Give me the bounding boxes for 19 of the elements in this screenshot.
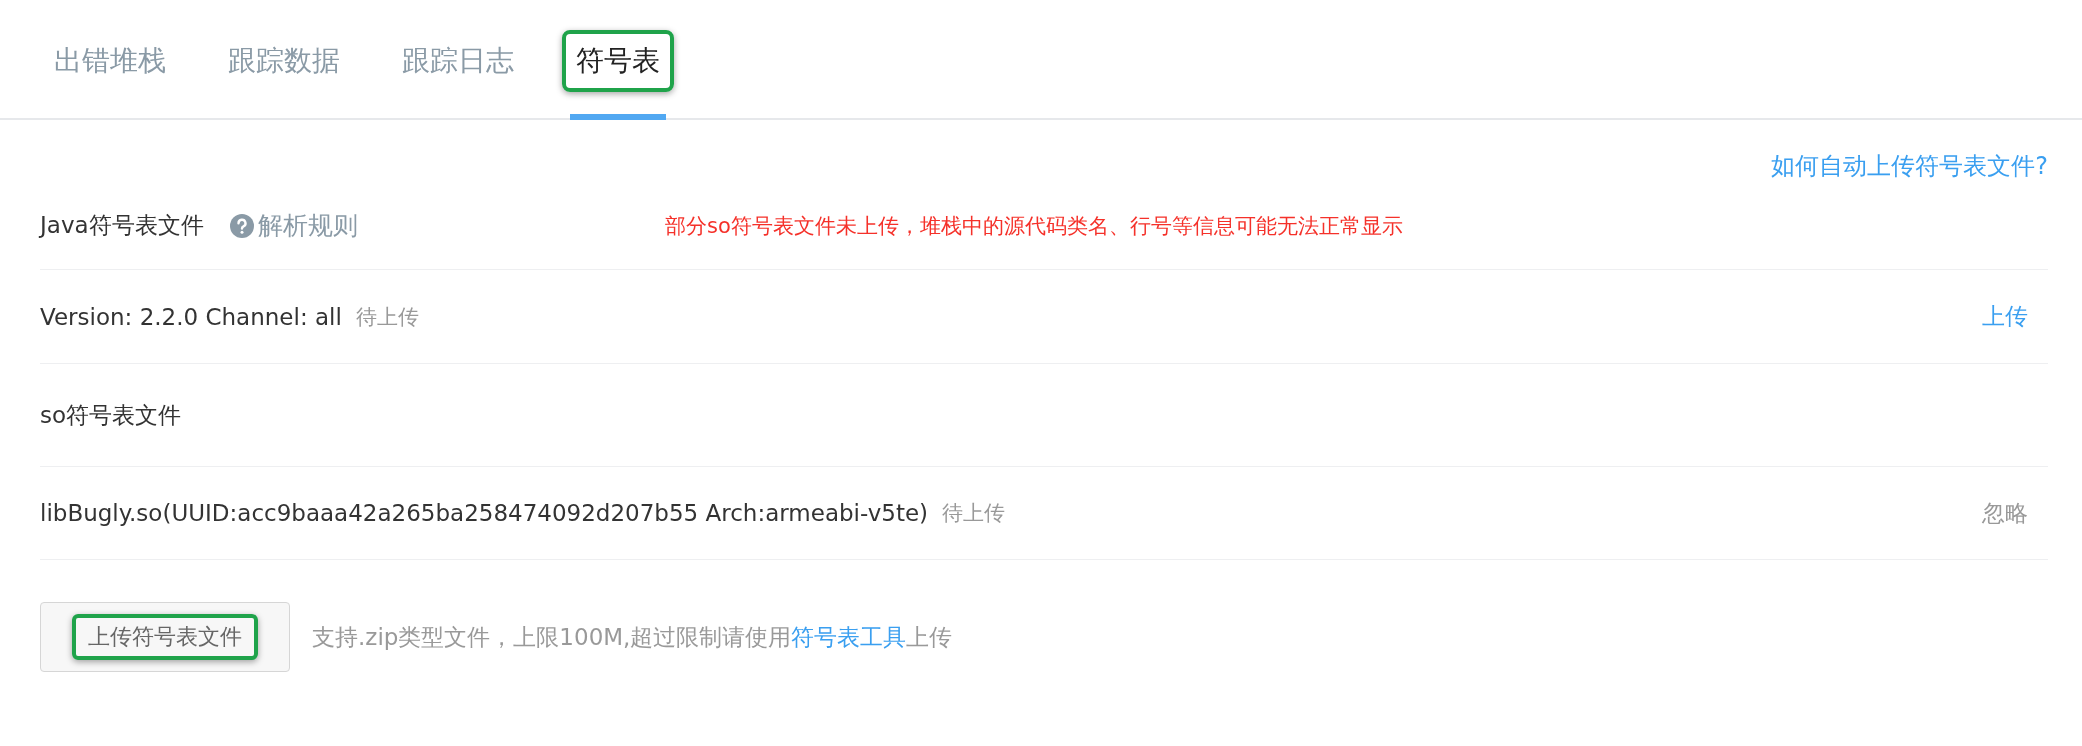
file-name: libBugly.so(UUID:acc9baaa42a265ba258474092d207b55 Arch:armeabi-v5te) [40,500,929,526]
rules-link[interactable]: 解析规则 [229,209,358,242]
warning-text: 部分so符号表文件未上传，堆栈中的源代码类名、行号等信息可能无法正常显示 [665,212,1403,240]
tab[interactable]: 符号表 [562,30,674,92]
ignore-link[interactable]: 忽略 [1982,497,2028,529]
upload-button[interactable]: 上传符号表文件 [40,602,290,672]
upload-hint: 支持.zip类型文件，上限100M,超过限制请使用符号表工具上传 [312,622,953,652]
file-name: Version: 2.2.0 Channel: all [40,303,342,330]
file-status: 待上传 [942,500,1006,527]
help-link[interactable]: 如何自动上传符号表文件? [1771,150,2048,182]
tab[interactable]: 跟踪数据 [214,30,354,92]
help-icon [229,213,254,238]
tab[interactable]: 出错堆栈 [40,30,180,92]
tab[interactable]: 跟踪日志 [388,30,528,92]
section-title: Java符号表文件 [40,211,204,240]
upload-link[interactable]: 上传 [1982,301,2028,332]
tool-link[interactable]: 符号表工具 [791,623,907,650]
file-status: 待上传 [355,303,419,331]
section-title: so符号表文件 [40,400,182,430]
